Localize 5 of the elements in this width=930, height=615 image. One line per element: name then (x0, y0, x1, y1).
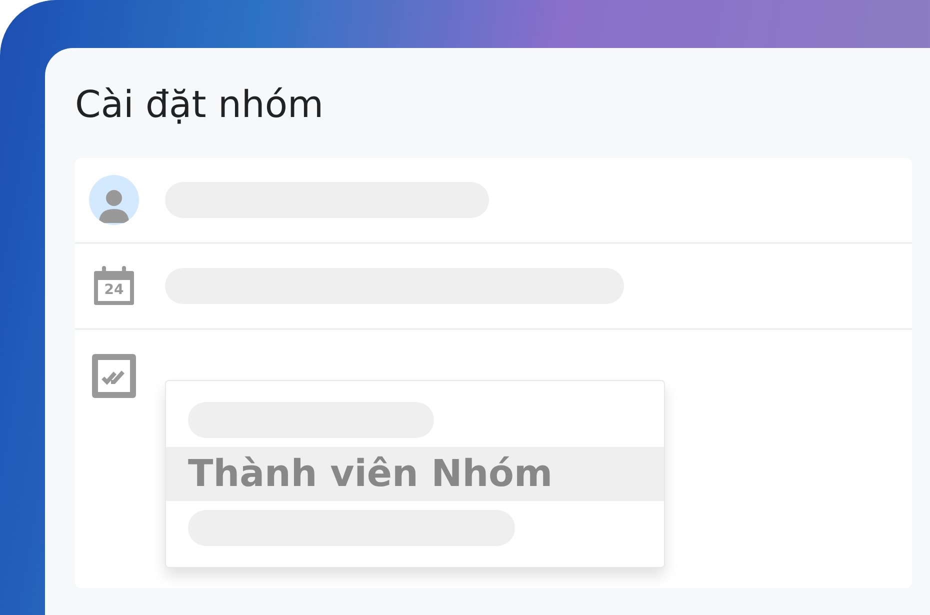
checklist-icon (92, 354, 136, 398)
page-title: Cài đặt nhóm (75, 82, 325, 128)
calendar-date: 24 (103, 281, 125, 299)
dropdown-item[interactable]: Thành viên Nhóm (166, 447, 664, 501)
user-avatar-icon (89, 175, 139, 225)
